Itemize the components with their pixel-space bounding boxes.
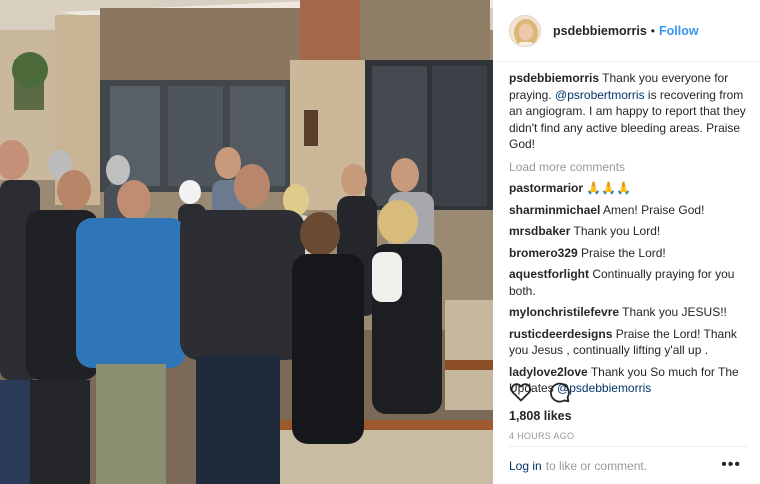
comment-item: mylonchristilefevre Thank you JESUS!! xyxy=(509,304,747,321)
header-username[interactable]: psdebbiemorris xyxy=(553,24,647,38)
comment-item: pastormarior 🙏🙏🙏 xyxy=(509,180,747,197)
likes-count[interactable]: 1,808 likes xyxy=(509,409,572,423)
comments-list: psdebbiemorris Thank you everyone for pr… xyxy=(509,70,747,402)
post-header: psdebbiemorris • Follow xyxy=(493,0,760,62)
header-separator: • xyxy=(650,23,655,38)
post-sidebar: psdebbiemorris • Follow psdebbiemorris T… xyxy=(493,0,760,484)
avatar[interactable] xyxy=(509,14,541,47)
login-prompt-text: to like or comment. xyxy=(545,458,648,473)
comment-button[interactable] xyxy=(547,380,571,404)
comment-item: rusticdeerdesigns Praise the Lord! Thank… xyxy=(509,326,747,359)
post-footer: Log in to like or comment. ••• xyxy=(509,446,747,484)
comment-text: Thank you JESUS!! xyxy=(622,305,727,319)
more-options-icon[interactable]: ••• xyxy=(721,456,741,474)
photo-illustration xyxy=(0,0,493,484)
load-more-comments-button[interactable]: Load more comments xyxy=(509,159,747,176)
comment-text: 🙏🙏🙏 xyxy=(586,181,632,195)
login-link[interactable]: Log in xyxy=(509,459,542,473)
follow-button[interactable]: Follow xyxy=(659,24,699,38)
avatar-image xyxy=(510,15,540,46)
comment-text: Amen! Praise God! xyxy=(603,202,705,217)
post-photo[interactable] xyxy=(0,0,493,484)
comment-username[interactable]: bromero329 xyxy=(509,246,578,260)
post-timestamp: 4 HOURS AGO xyxy=(509,431,575,441)
comment-username[interactable]: mylonchristilefevre xyxy=(509,305,619,319)
comment-text: Thank you Lord! xyxy=(573,224,661,238)
comment-username[interactable]: sharminmichael xyxy=(509,203,600,217)
caption-username[interactable]: psdebbiemorris xyxy=(509,71,599,85)
comment-text: Praise the Lord! xyxy=(581,245,666,260)
comment-item: bromero329 Praise the Lord! xyxy=(509,245,747,262)
comment-username[interactable]: aquestforlight xyxy=(509,267,589,281)
comment-username[interactable]: mrsdbaker xyxy=(509,224,570,238)
post-actions xyxy=(509,380,585,404)
comment-username[interactable]: ladylove2love xyxy=(509,365,588,379)
comment-item: mrsdbaker Thank you Lord! xyxy=(509,223,747,240)
heart-icon xyxy=(510,383,532,402)
speech-bubble-icon xyxy=(549,382,570,403)
comment-item: aquestforlight Continually praying for y… xyxy=(509,266,747,299)
comment-username[interactable]: rusticdeerdesigns xyxy=(509,327,612,341)
comment-username[interactable]: pastormarior xyxy=(509,181,583,195)
post-caption: psdebbiemorris Thank you everyone for pr… xyxy=(509,70,747,153)
like-button[interactable] xyxy=(509,380,533,404)
comment-item: sharminmichael Amen! Praise God! xyxy=(509,202,747,219)
caption-mention[interactable]: @psrobertmorris xyxy=(555,88,645,102)
